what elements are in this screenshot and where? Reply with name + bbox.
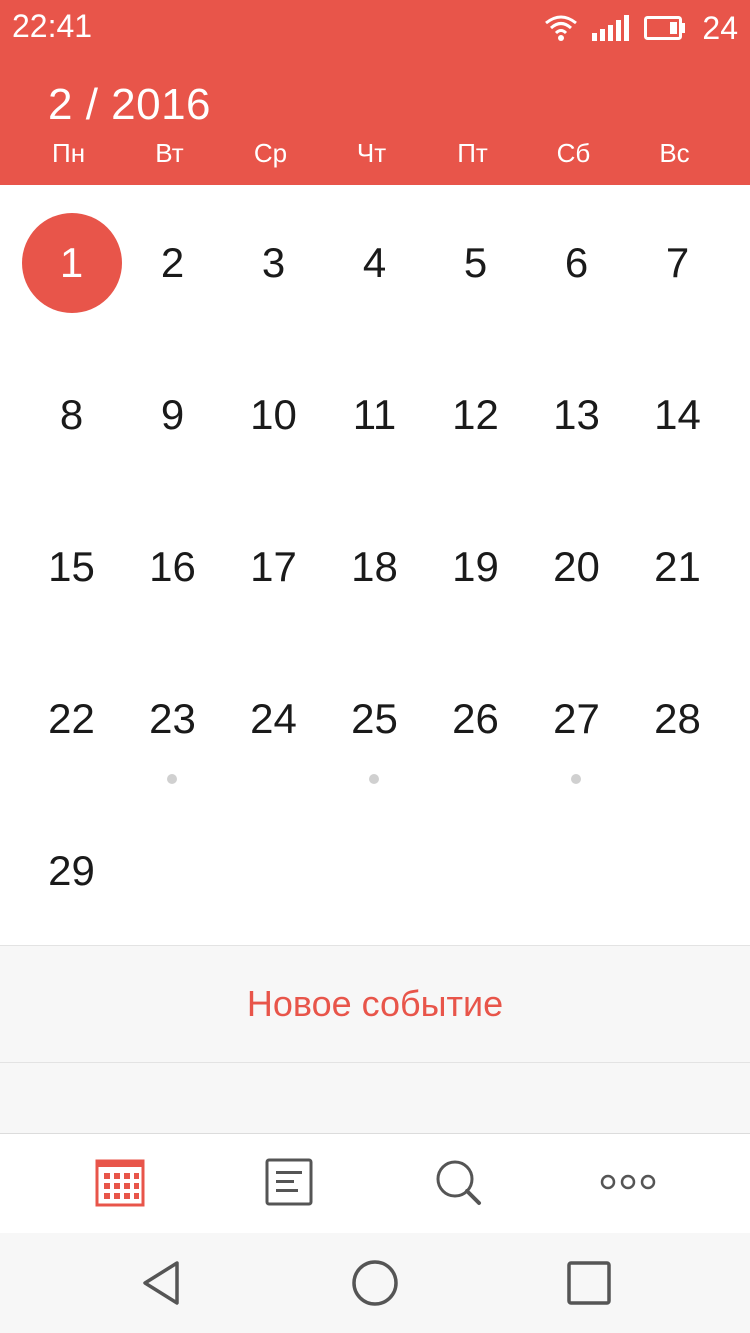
day-number: 4 <box>362 239 387 286</box>
day-cell-3[interactable]: 3 <box>223 213 324 313</box>
day-cell-8[interactable]: 8 <box>21 365 122 465</box>
day-cell-10[interactable]: 10 <box>223 365 324 465</box>
tab-search[interactable] <box>428 1156 488 1212</box>
day-number: 11 <box>352 391 397 438</box>
day-cell-6[interactable]: 6 <box>526 213 627 313</box>
day-number: 3 <box>261 239 286 286</box>
day-number: 22 <box>48 695 95 742</box>
weekday-row: Пн Вт Ср Чт Пт Сб Вс <box>0 138 750 174</box>
day-number: 5 <box>463 239 488 286</box>
day-cell-21[interactable]: 21 <box>627 517 728 617</box>
day-number: 24 <box>250 695 297 742</box>
back-button[interactable] <box>133 1257 189 1313</box>
weekday-sun: Вс <box>659 138 690 168</box>
day-cell-4[interactable]: 4 <box>324 213 425 313</box>
day-number: 9 <box>160 391 185 438</box>
day-cell-24[interactable]: 24 <box>223 669 324 769</box>
weekday-tue: Вт <box>155 138 184 168</box>
day-number: 25 <box>351 695 398 742</box>
events-list-area <box>0 1063 750 1133</box>
signal-icon <box>592 15 630 41</box>
day-cell-28[interactable]: 28 <box>627 669 728 769</box>
day-cell-25[interactable]: 25 <box>324 669 425 769</box>
event-indicator-dot <box>571 774 581 784</box>
day-number: 27 <box>553 695 600 742</box>
day-number: 29 <box>48 847 95 894</box>
day-cell-12[interactable]: 12 <box>425 365 526 465</box>
bottom-tab-bar <box>0 1133 750 1233</box>
weekday-sat: Сб <box>556 138 591 168</box>
event-indicator-dot <box>369 774 379 784</box>
system-nav-bar <box>0 1233 750 1333</box>
day-number: 19 <box>452 543 499 590</box>
day-cell-29[interactable]: 29 <box>21 821 122 921</box>
status-bar: 22:41 24 <box>0 0 750 54</box>
day-cell-19[interactable]: 19 <box>425 517 526 617</box>
calendar-grid: 1 2 3 4 5 6 7 8 9 10 11 12 13 14 15 16 17 18 19 20 21 22 23 24 2… <box>0 185 750 945</box>
day-cell-23[interactable]: 23 <box>122 669 223 769</box>
app-header: 22:41 24 2 / 2016 Пн Вт Ср Чт Пт Сб Вс <box>0 0 750 185</box>
new-event-button[interactable]: Новое событие <box>0 945 750 1063</box>
home-icon <box>350 1258 400 1313</box>
day-number: 1 <box>59 239 84 286</box>
day-number: 14 <box>654 391 701 438</box>
wifi-icon <box>544 14 578 42</box>
day-cell-22[interactable]: 22 <box>21 669 122 769</box>
day-number: 7 <box>665 239 690 286</box>
day-number: 18 <box>351 543 398 590</box>
recents-icon <box>566 1260 612 1311</box>
day-number: 12 <box>452 391 499 438</box>
recents-button[interactable] <box>561 1257 617 1313</box>
day-number: 8 <box>59 391 84 438</box>
day-number: 10 <box>250 391 297 438</box>
month-title[interactable]: 2 / 2016 <box>48 80 211 130</box>
day-cell-7[interactable]: 7 <box>627 213 728 313</box>
tab-more[interactable] <box>598 1156 658 1212</box>
day-cell-5[interactable]: 5 <box>425 213 526 313</box>
day-number: 2 <box>160 239 185 286</box>
day-number: 16 <box>149 543 196 590</box>
day-number: 13 <box>553 391 600 438</box>
day-cell-15[interactable]: 15 <box>21 517 122 617</box>
weekday-thu: Чт <box>356 138 387 168</box>
status-time: 22:41 <box>12 8 93 44</box>
day-cell-18[interactable]: 18 <box>324 517 425 617</box>
day-cell-27[interactable]: 27 <box>526 669 627 769</box>
day-cell-9[interactable]: 9 <box>122 365 223 465</box>
day-cell-11[interactable]: 11 <box>324 365 425 465</box>
weekday-mon: Пн <box>52 138 86 168</box>
search-icon <box>433 1157 483 1212</box>
tab-agenda[interactable] <box>259 1156 319 1212</box>
back-icon <box>139 1259 183 1312</box>
calendar-icon <box>95 1157 145 1212</box>
day-cell-16[interactable]: 16 <box>122 517 223 617</box>
day-number: 15 <box>48 543 95 590</box>
weekday-fri: Пт <box>457 138 488 168</box>
battery-level: 24 <box>702 9 738 46</box>
day-cell-13[interactable]: 13 <box>526 365 627 465</box>
day-number: 21 <box>654 543 701 590</box>
day-cell-20[interactable]: 20 <box>526 517 627 617</box>
battery-icon <box>644 16 686 40</box>
more-icon <box>600 1172 656 1197</box>
status-icons: 24 <box>544 8 738 48</box>
day-cell-2[interactable]: 2 <box>122 213 223 313</box>
agenda-list-icon <box>264 1157 314 1212</box>
day-number: 17 <box>250 543 297 590</box>
tab-calendar[interactable] <box>90 1156 150 1212</box>
day-number: 28 <box>654 695 701 742</box>
weekday-wed: Ср <box>253 138 288 168</box>
day-number: 6 <box>564 239 589 286</box>
home-button[interactable] <box>347 1257 403 1313</box>
day-number: 20 <box>553 543 600 590</box>
day-cell-17[interactable]: 17 <box>223 517 324 617</box>
day-cell-26[interactable]: 26 <box>425 669 526 769</box>
day-number: 26 <box>452 695 499 742</box>
day-cell-1[interactable]: 1 <box>21 213 122 313</box>
event-indicator-dot <box>167 774 177 784</box>
day-cell-14[interactable]: 14 <box>627 365 728 465</box>
day-number: 23 <box>149 695 196 742</box>
